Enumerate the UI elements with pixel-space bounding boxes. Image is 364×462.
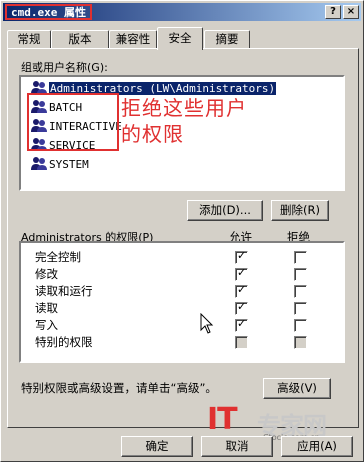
logo-it-text: IT xyxy=(207,402,238,437)
window-title: cmd.exe 属性 xyxy=(5,4,92,20)
remove-button[interactable]: 删除(R) xyxy=(271,200,329,221)
allow-checkbox[interactable]: ✓ xyxy=(235,317,248,332)
advanced-button[interactable]: 高级(V) xyxy=(263,378,331,399)
deny-checkbox[interactable] xyxy=(294,285,307,298)
list-item[interactable]: SYSTEM xyxy=(31,155,89,173)
check-mark-icon: ✓ xyxy=(237,300,247,313)
allow-checkbox[interactable]: ✓ xyxy=(235,283,248,298)
deny-checkbox xyxy=(294,336,307,349)
annotation-highlight-box xyxy=(27,93,119,151)
add-button[interactable]: 添加(D)... xyxy=(187,200,263,221)
permission-name: 读取 xyxy=(35,301,58,315)
permission-name: 读取和运行 xyxy=(35,284,93,298)
tab-summary[interactable]: 摘要 xyxy=(204,30,250,49)
users-list-label: 组或用户名称(G): xyxy=(21,61,108,74)
allow-checkbox[interactable]: ✓ xyxy=(235,300,248,315)
close-button[interactable]: × xyxy=(343,5,359,19)
tab-compatibility[interactable]: 兼容性 xyxy=(109,30,157,49)
annotation-text: 拒绝这些用户的权限 xyxy=(121,96,247,146)
tab-strip: 常规 版本 兼容性 安全 摘要 xyxy=(7,27,359,50)
allow-checkbox xyxy=(235,336,248,349)
deny-checkbox[interactable] xyxy=(294,268,307,281)
check-mark-icon: ✓ xyxy=(237,266,247,279)
deny-checkbox[interactable] xyxy=(294,251,307,264)
tab-security[interactable]: 安全 xyxy=(157,27,203,50)
permission-name: 写入 xyxy=(35,318,58,332)
apply-button[interactable]: 应用(A) xyxy=(281,436,353,457)
allow-checkbox[interactable]: ✓ xyxy=(235,249,248,264)
tab-general[interactable]: 常规 xyxy=(7,30,51,49)
mouse-cursor-icon xyxy=(200,313,214,334)
properties-dialog: cmd.exe 属性 ? × 常规 版本 兼容性 安全 摘要 组或用户名称(G)… xyxy=(0,0,364,462)
cancel-button[interactable]: 取消 xyxy=(201,436,273,457)
ok-button[interactable]: 确定 xyxy=(121,436,193,457)
title-bar[interactable]: cmd.exe 属性 ? × xyxy=(3,3,361,21)
advanced-hint: 特别权限或高级设置，请单击“高级”。 xyxy=(21,381,217,395)
deny-checkbox[interactable] xyxy=(294,319,307,332)
permission-name: 修改 xyxy=(35,267,58,281)
allow-checkbox[interactable]: ✓ xyxy=(235,266,248,281)
tab-version[interactable]: 版本 xyxy=(51,30,109,49)
user-name: SYSTEM xyxy=(49,158,89,171)
help-button[interactable]: ? xyxy=(325,5,341,19)
deny-checkbox[interactable] xyxy=(294,302,307,315)
permission-name: 完全控制 xyxy=(35,250,81,264)
permission-name: 特别的权限 xyxy=(35,335,93,349)
users-group-icon xyxy=(31,157,47,170)
check-mark-icon: ✓ xyxy=(237,249,247,262)
check-mark-icon: ✓ xyxy=(237,317,247,330)
check-mark-icon: ✓ xyxy=(237,283,247,296)
